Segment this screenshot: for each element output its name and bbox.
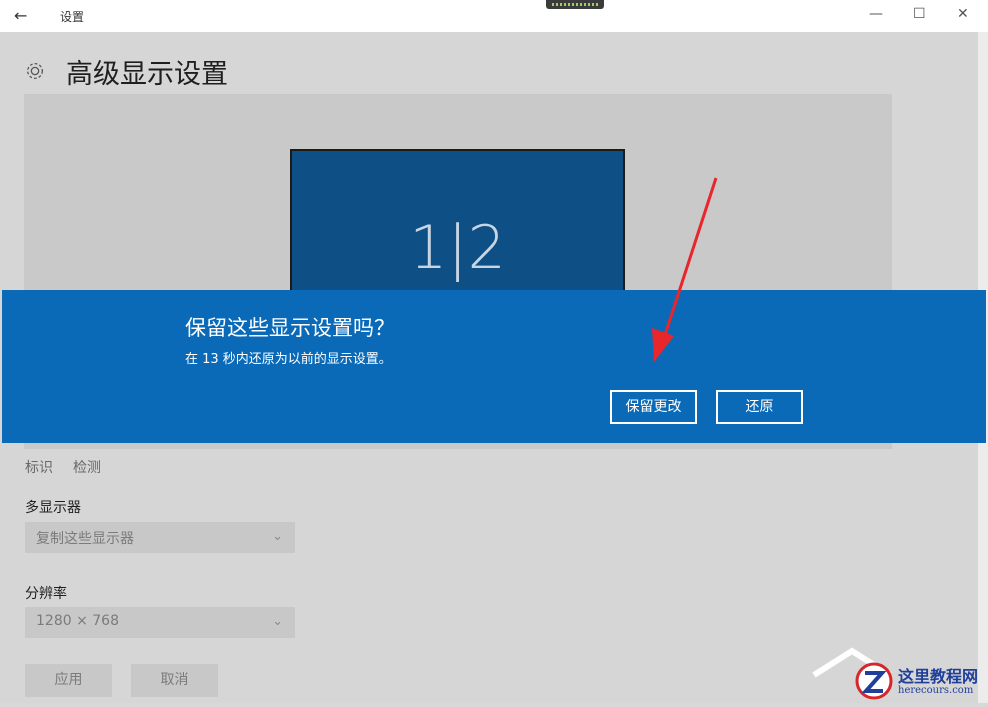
revert-button[interactable]: 还原 <box>716 390 803 424</box>
page-title: 高级显示设置 <box>66 59 228 90</box>
resolution-select[interactable]: 1280 × 768 ⌄ <box>25 607 295 638</box>
apply-button[interactable]: 应用 <box>25 664 112 697</box>
identify-link[interactable]: 标识 <box>25 457 53 477</box>
monitor-label: 1|2 <box>409 213 506 283</box>
maximize-icon[interactable]: ☐ <box>913 6 926 22</box>
window-title: 设置 <box>60 10 85 24</box>
gear-icon <box>27 63 43 79</box>
back-arrow-icon[interactable]: ← <box>14 6 27 25</box>
taskbar-widget <box>546 0 604 9</box>
multi-display-value: 复制这些显示器 <box>36 531 134 547</box>
dialog-message: 在 13 秒内还原为以前的显示设置。 <box>185 352 392 367</box>
chevron-down-icon: ⌄ <box>272 614 283 629</box>
resolution-label: 分辨率 <box>25 586 67 602</box>
keep-changes-button[interactable]: 保留更改 <box>610 390 697 424</box>
close-icon[interactable]: ✕ <box>957 6 969 22</box>
house-logo-icon <box>812 647 893 700</box>
dialog-heading: 保留这些显示设置吗？ <box>185 316 395 340</box>
multi-display-label: 多显示器 <box>25 500 81 516</box>
chevron-down-icon: ⌄ <box>272 529 283 544</box>
watermark-url: herecours.com <box>898 685 974 696</box>
cancel-button[interactable]: 取消 <box>131 664 218 697</box>
detect-link[interactable]: 检测 <box>73 457 101 477</box>
multi-display-select[interactable]: 复制这些显示器 ⌄ <box>25 522 295 553</box>
minimize-icon[interactable]: — <box>869 6 883 22</box>
watermark-logo: 这里教程网 herecours.com <box>812 645 988 703</box>
title-bar: ← 设置 — ☐ ✕ <box>0 0 988 32</box>
keep-settings-dialog: 保留这些显示设置吗？ 在 13 秒内还原为以前的显示设置。 保留更改 还原 <box>2 290 986 443</box>
watermark-name: 这里教程网 <box>898 667 979 686</box>
resolution-value: 1280 × 768 <box>36 613 119 629</box>
